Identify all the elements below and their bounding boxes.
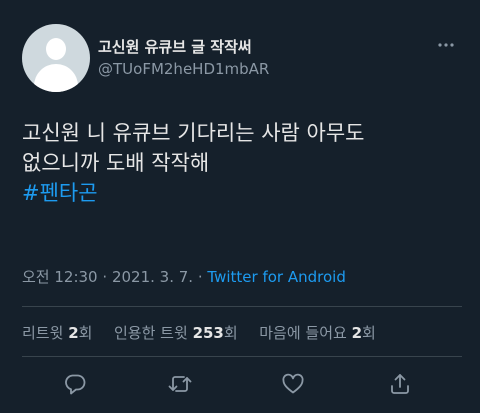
tweet-date[interactable]: 2021. 3. 7.: [112, 268, 193, 286]
user-handle[interactable]: @TUoFM2heHD1mbAR: [98, 60, 269, 78]
quotes-label: 인용한 트윗: [114, 324, 188, 342]
avatar[interactable]: [22, 24, 90, 92]
tweet-header: 고신원 유큐브 글 작작써 @TUoFM2heHD1mbAR: [22, 24, 462, 96]
share-button[interactable]: [386, 370, 414, 398]
display-name[interactable]: 고신원 유큐브 글 작작써: [98, 36, 252, 57]
avatar-body-shape: [34, 64, 78, 92]
meta-separator: ·: [102, 268, 108, 286]
likes-stat[interactable]: 마음에 들어요 2회: [259, 324, 376, 342]
retweets-count: 2: [68, 324, 79, 342]
divider: [22, 306, 462, 307]
likes-label: 마음에 들어요: [259, 324, 347, 342]
tweet-meta: 오전 12:30 · 2021. 3. 7. · Twitter for And…: [22, 266, 346, 287]
reply-button[interactable]: [61, 370, 89, 398]
avatar-head-shape: [46, 38, 66, 60]
retweets-label: 리트윗: [22, 324, 64, 342]
more-horizontal-icon[interactable]: [438, 42, 454, 48]
likes-unit: 회: [362, 324, 376, 342]
heart-icon: [281, 372, 305, 396]
quotes-stat[interactable]: 인용한 트윗 253회: [114, 324, 242, 342]
quotes-unit: 회: [223, 324, 238, 342]
tweet-time[interactable]: 오전 12:30: [22, 268, 98, 286]
retweets-unit: 회: [78, 324, 93, 342]
hashtag-link[interactable]: #펜타곤: [22, 178, 462, 208]
tweet-stats: 리트윗 2회 인용한 트윗 253회 마음에 들어요 2회: [22, 322, 376, 343]
retweets-stat[interactable]: 리트윗 2회: [22, 324, 97, 342]
share-icon: [388, 372, 412, 396]
tweet-source-link[interactable]: Twitter for Android: [207, 268, 345, 286]
likes-count: 2: [351, 324, 363, 342]
tweet-text-line: 없으니까 도배 작작해: [22, 151, 210, 175]
quotes-count: 253: [192, 324, 224, 342]
retweet-icon: [167, 372, 193, 396]
tweet-text: 고신원 니 유큐브 기다리는 사람 아무도 없으니까 도배 작작해 #펜타곤: [22, 118, 462, 208]
like-button[interactable]: [279, 370, 307, 398]
retweet-button[interactable]: [166, 370, 194, 398]
reply-icon: [63, 372, 87, 396]
tweet-text-line: 고신원 니 유큐브 기다리는 사람 아무도: [22, 121, 365, 145]
divider: [22, 356, 462, 357]
action-bar: [0, 366, 480, 402]
meta-separator: ·: [197, 268, 203, 286]
